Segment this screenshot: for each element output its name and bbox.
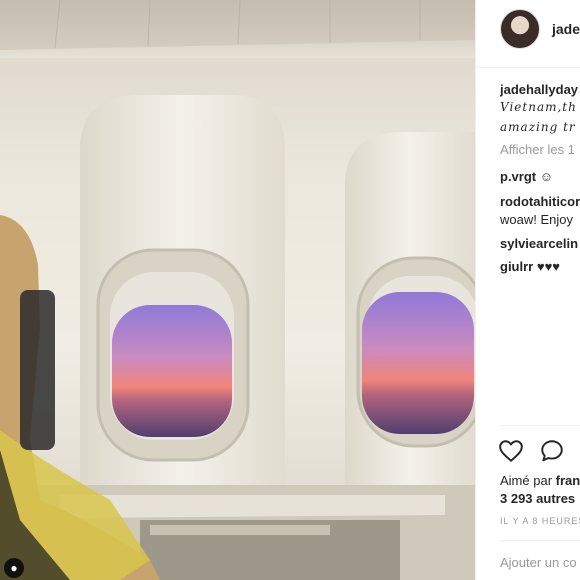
comment-text: ♥♥♥ — [536, 259, 561, 274]
comment-icon[interactable] — [539, 438, 565, 464]
heart-icon[interactable] — [498, 438, 524, 464]
caption-username[interactable]: jadehallyday — [500, 82, 580, 97]
post-timestamp[interactable]: IL Y A 8 HEURES — [500, 516, 580, 526]
comment-item: giulrr ♥♥♥ — [500, 258, 560, 276]
add-comment-input[interactable]: Ajouter un co — [500, 555, 577, 570]
liked-by-name[interactable]: fran — [556, 473, 580, 488]
post-side-panel: jadel jadehallyday Vietnam,th amazing tr… — [475, 0, 580, 580]
comment-username[interactable]: giulrr — [500, 259, 533, 274]
post-header: jadel — [476, 0, 580, 68]
divider — [500, 425, 580, 426]
caption-text-line-2: amazing tr — [500, 120, 576, 134]
comment-item: rodotahiticor woaw! Enjoy — [500, 193, 580, 229]
comment-username[interactable]: p.vrgt — [500, 169, 536, 184]
comment-username[interactable]: rodotahiticor — [500, 194, 580, 209]
seat-back — [20, 290, 55, 450]
header-username[interactable]: jadel — [552, 21, 580, 37]
user-tag-icon[interactable]: ● — [4, 558, 24, 578]
comment-item: p.vrgt ☺ — [500, 168, 553, 186]
comment-text: woaw! Enjoy — [500, 212, 573, 227]
avatar[interactable] — [500, 9, 540, 49]
others-count[interactable]: 3 293 autres — [500, 491, 575, 506]
comment-text: ☺ — [539, 169, 554, 184]
airplane-window-scene — [0, 0, 475, 580]
post-photo[interactable]: ● — [0, 0, 475, 580]
comment-item: sylviearcelin — [500, 235, 578, 253]
comment-username[interactable]: sylviearcelin — [500, 236, 578, 251]
window-view-right — [362, 292, 474, 434]
show-all-comments-link[interactable]: Afficher les 1 — [500, 142, 575, 157]
likes-summary: Aimé par fran 3 293 autres — [500, 472, 580, 508]
divider — [500, 540, 580, 541]
caption-text-line-1: Vietnam,th — [500, 100, 577, 114]
caption: jadehallyday Vietnam,th amazing tr — [500, 82, 580, 137]
window-view-left — [112, 305, 232, 437]
liked-by-prefix: Aimé par — [500, 473, 556, 488]
